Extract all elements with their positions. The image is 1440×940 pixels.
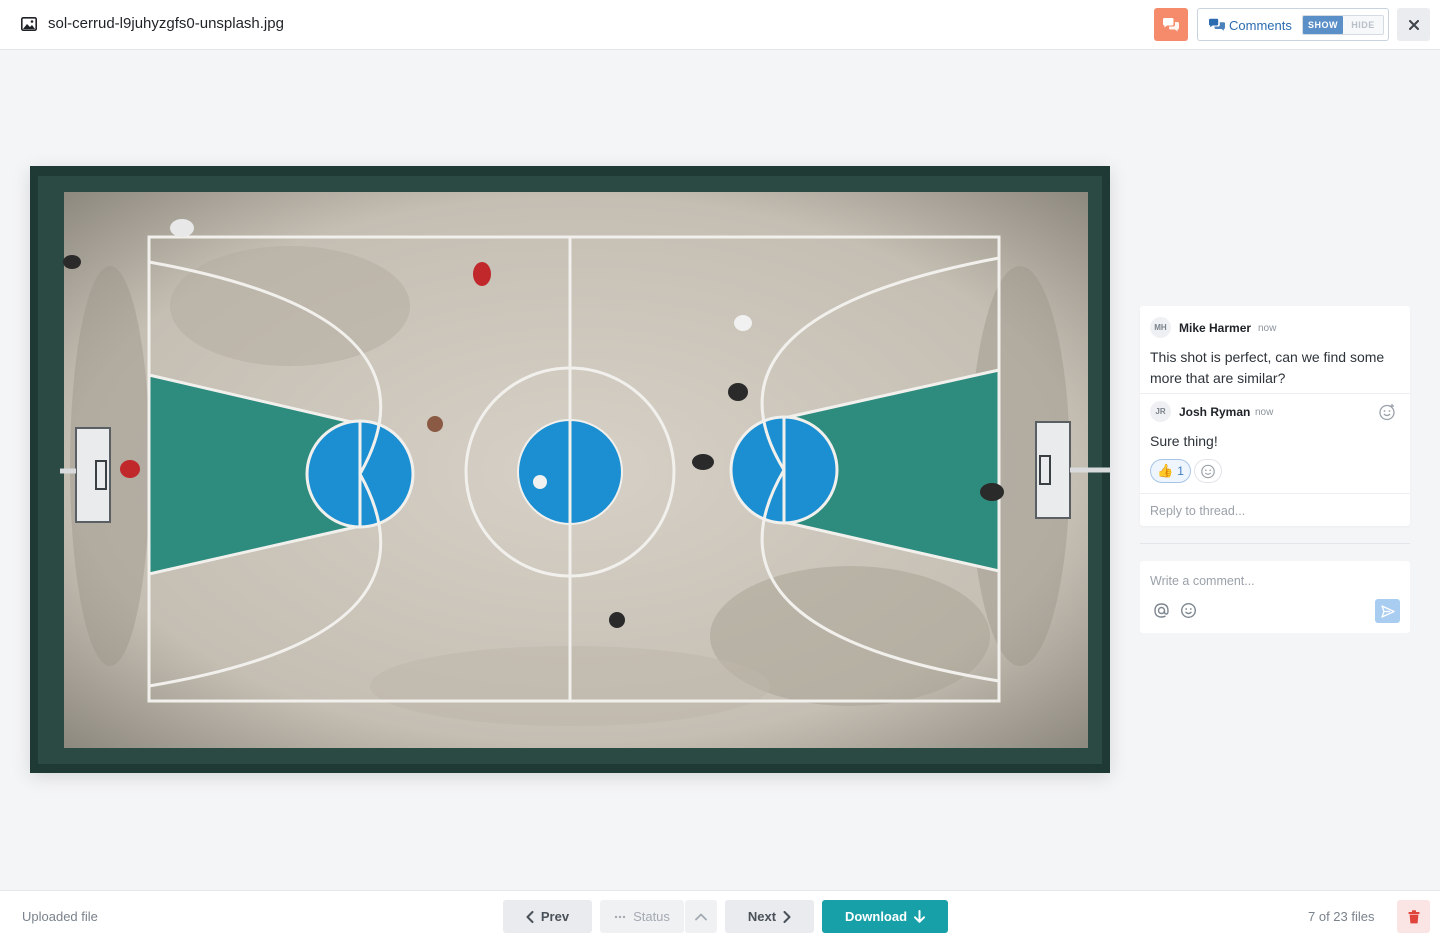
comment-time: now: [1255, 407, 1274, 418]
status-button[interactable]: Status: [600, 900, 684, 933]
close-icon: [1408, 19, 1419, 30]
comment-text: Sure thing!: [1150, 433, 1218, 449]
close-button[interactable]: [1397, 8, 1430, 41]
download-label: Download: [844, 909, 908, 924]
download-button[interactable]: Download: [822, 900, 948, 933]
status-dropdown-button[interactable]: [685, 900, 717, 933]
status-label: Status: [633, 909, 670, 924]
reply-input[interactable]: Reply to thread...: [1150, 504, 1245, 518]
chevron-right-icon: [783, 910, 791, 923]
send-icon: [1380, 604, 1395, 618]
avatar: JR: [1150, 401, 1171, 422]
comments-label: Comments: [1229, 18, 1292, 33]
show-hide-toggle: SHOW HIDE: [1302, 15, 1384, 35]
comment-thread: MH Mike Harmer now This shot is perfect,…: [1140, 306, 1410, 526]
image-file-icon: [21, 17, 37, 31]
basketball-court-photo: [30, 166, 1110, 773]
comment-author: Mike Harmer: [1179, 321, 1252, 335]
add-reaction-icon[interactable]: [1378, 403, 1396, 421]
chevron-left-icon: [526, 910, 534, 923]
arrow-down-icon: [914, 910, 926, 923]
panel-divider: [1140, 543, 1410, 544]
chevron-up-icon: [695, 913, 707, 920]
next-button[interactable]: Next: [725, 900, 814, 933]
reaction-count: 1: [1177, 464, 1184, 478]
top-bar: sol-cerrud-l9juhyzgfs0-unsplash.jpg Comm…: [0, 0, 1440, 50]
avatar: MH: [1150, 317, 1171, 338]
comment-time: now: [1258, 323, 1277, 334]
add-reaction-button[interactable]: [1194, 459, 1222, 483]
thumbs-up-icon: 👍: [1157, 463, 1174, 478]
hide-comments-option[interactable]: HIDE: [1343, 16, 1383, 34]
emoji-icon[interactable]: [1180, 602, 1197, 619]
mention-icon[interactable]: [1153, 602, 1170, 619]
next-label: Next: [747, 909, 777, 924]
emoji-add-icon: [1201, 464, 1215, 479]
file-name: sol-cerrud-l9juhyzgfs0-unsplash.jpg: [48, 15, 284, 32]
send-button[interactable]: [1375, 599, 1400, 623]
prev-button[interactable]: Prev: [503, 900, 592, 933]
prev-label: Prev: [540, 909, 570, 924]
chat-toggle-button[interactable]: [1154, 8, 1188, 41]
comment-author: Josh Ryman: [1179, 405, 1251, 419]
comment-separator: [1140, 393, 1410, 394]
comment-input[interactable]: Write a comment...: [1150, 574, 1255, 588]
reply-separator: [1140, 493, 1410, 494]
chat-bubbles-icon: [1163, 18, 1179, 32]
file-counter: 7 of 23 files: [1308, 909, 1375, 924]
thumbs-up-reaction[interactable]: 👍 1: [1150, 459, 1191, 483]
comment-text: This shot is perfect, can we find some m…: [1150, 349, 1385, 386]
more-dots-icon: [614, 915, 626, 918]
comment-composer: Write a comment...: [1140, 561, 1410, 633]
trash-icon: [1408, 909, 1419, 923]
delete-button[interactable]: [1397, 900, 1430, 933]
image-preview[interactable]: [30, 166, 1110, 773]
bottom-bar: Uploaded file Prev Status Next Download …: [0, 890, 1440, 940]
uploaded-label: Uploaded file: [22, 909, 98, 924]
show-comments-option[interactable]: SHOW: [1303, 16, 1343, 34]
comments-icon: [1209, 18, 1225, 31]
comments-visibility-control: Comments SHOW HIDE: [1197, 8, 1389, 41]
